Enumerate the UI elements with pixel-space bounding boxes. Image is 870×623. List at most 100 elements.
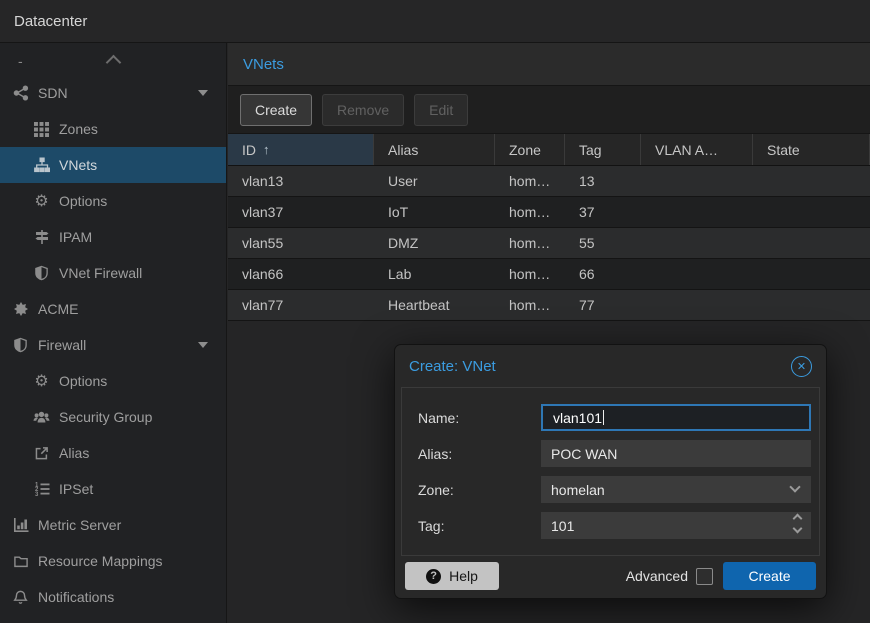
sidebar-item-ipset[interactable]: 123 IPSet [0, 471, 226, 507]
collapse-caret-icon[interactable] [198, 90, 208, 96]
dialog-create-button[interactable]: Create [723, 562, 816, 590]
svg-text:3: 3 [35, 492, 39, 497]
sidebar-item-security-group[interactable]: Security Group [0, 399, 226, 435]
column-header-tag[interactable]: Tag [565, 134, 641, 165]
sidebar-item-vnet-firewall[interactable]: VNet Firewall [0, 255, 226, 291]
tag-label: Tag: [410, 518, 541, 534]
cell-id: vlan77 [228, 290, 374, 320]
sidebar-nav-tree: - SDN Zones VNets ⚙ Options [0, 43, 227, 623]
close-icon[interactable]: ✕ [791, 356, 812, 377]
cell-vlanaware [641, 290, 753, 320]
sidebar-item-resource-mappings[interactable]: Resource Mappings [0, 543, 226, 579]
cell-state [753, 290, 870, 320]
shield-icon [12, 337, 29, 354]
sidebar-item-notifications[interactable]: Notifications [0, 579, 226, 615]
sidebar-item-zones[interactable]: Zones [0, 111, 226, 147]
column-header-vlanaware[interactable]: VLAN A… [641, 134, 753, 165]
cell-tag: 55 [565, 228, 641, 258]
sidebar-item-sdn[interactable]: SDN [0, 75, 226, 111]
sidebar-item-ipam[interactable]: IPAM [0, 219, 226, 255]
folder-icon [12, 553, 29, 570]
proxmox-datacenter-window: Datacenter - SDN Zones VNets [0, 0, 870, 623]
sidebar-item-vnets[interactable]: VNets [0, 147, 226, 183]
form-row-alias: Alias: POC WAN [410, 440, 811, 467]
sidebar-item-sdn-options[interactable]: ⚙ Options [0, 183, 226, 219]
column-header-zone[interactable]: Zone [495, 134, 565, 165]
collapse-caret-icon[interactable] [198, 342, 208, 348]
map-signs-icon [33, 229, 50, 246]
dialog-footer: ? Help Advanced Create [395, 554, 826, 598]
sidebar-scroll-indicator[interactable]: - [0, 43, 226, 75]
top-header-bar: Datacenter [0, 0, 870, 43]
spinner-up-icon[interactable] [793, 514, 803, 524]
sidebar-item-label: Options [59, 193, 107, 209]
sidebar-item-label: VNet Firewall [59, 265, 142, 281]
column-header-state[interactable]: State [753, 134, 870, 165]
cell-vlanaware [641, 228, 753, 258]
list-ol-icon: 123 [33, 481, 50, 498]
table-row[interactable]: vlan13 User hom… 13 [228, 166, 870, 197]
advanced-label: Advanced [626, 568, 688, 584]
table-row[interactable]: vlan55 DMZ hom… 55 [228, 228, 870, 259]
shield-icon [33, 265, 50, 282]
sidebar-item-label: Metric Server [38, 517, 121, 533]
cell-alias: DMZ [374, 228, 495, 258]
name-input[interactable]: vlan101 [541, 404, 811, 431]
dialog-title: Create: VNet [409, 358, 496, 375]
create-button[interactable]: Create [240, 94, 312, 126]
bell-icon [12, 589, 29, 606]
alias-input[interactable]: POC WAN [541, 440, 811, 467]
sidebar-item-label: IPSet [59, 481, 93, 497]
bar-chart-icon [12, 517, 29, 534]
tag-number-input[interactable]: 101 [541, 512, 811, 539]
column-header-alias[interactable]: Alias [374, 134, 495, 165]
users-icon [33, 409, 50, 426]
cell-tag: 66 [565, 259, 641, 289]
cell-tag: 77 [565, 290, 641, 320]
cell-id: vlan37 [228, 197, 374, 227]
sidebar-item-metric-server[interactable]: Metric Server [0, 507, 226, 543]
cell-alias: Heartbeat [374, 290, 495, 320]
cell-state [753, 228, 870, 258]
sidebar-item-label: IPAM [59, 229, 92, 245]
cell-state [753, 259, 870, 289]
zone-select[interactable]: homelan [541, 476, 811, 503]
cell-vlanaware [641, 166, 753, 196]
form-row-name: Name: vlan101 [410, 404, 811, 431]
grid-icon [33, 121, 50, 138]
cell-alias: Lab [374, 259, 495, 289]
edit-button[interactable]: Edit [414, 94, 468, 126]
help-button[interactable]: ? Help [405, 562, 499, 590]
cell-tag: 37 [565, 197, 641, 227]
text-cursor [603, 410, 604, 425]
cell-zone: hom… [495, 259, 565, 289]
create-vnet-dialog: Create: VNet ✕ Name: vlan101 Alias: POC … [394, 344, 827, 599]
table-row[interactable]: vlan66 Lab hom… 66 [228, 259, 870, 290]
cell-zone: hom… [495, 290, 565, 320]
column-header-id[interactable]: ID ↑ [228, 134, 374, 165]
advanced-checkbox[interactable] [696, 568, 713, 585]
dialog-header[interactable]: Create: VNet ✕ [395, 345, 826, 387]
panel-header: VNets [228, 43, 870, 86]
chevron-up-icon [106, 55, 122, 71]
external-link-icon [33, 445, 50, 462]
sdn-icon [12, 85, 29, 102]
number-spinner[interactable] [794, 515, 801, 532]
spinner-down-icon[interactable] [793, 524, 803, 534]
sidebar-item-firewall[interactable]: Firewall [0, 327, 226, 363]
cell-state [753, 166, 870, 196]
table-row[interactable]: vlan37 IoT hom… 37 [228, 197, 870, 228]
sidebar-item-firewall-options[interactable]: ⚙ Options [0, 363, 226, 399]
sidebar-item-alias[interactable]: Alias [0, 435, 226, 471]
chevron-down-icon [789, 481, 800, 492]
sidebar-item-label: Security Group [59, 409, 152, 425]
remove-button[interactable]: Remove [322, 94, 404, 126]
cell-vlanaware [641, 259, 753, 289]
table-row[interactable]: vlan77 Heartbeat hom… 77 [228, 290, 870, 321]
cell-id: vlan13 [228, 166, 374, 196]
sidebar-item-acme[interactable]: ACME [0, 291, 226, 327]
page-title: Datacenter [14, 13, 87, 30]
cell-id: vlan55 [228, 228, 374, 258]
dialog-form: Name: vlan101 Alias: POC WAN Zone: homel… [401, 387, 820, 556]
form-row-tag: Tag: 101 [410, 512, 811, 539]
